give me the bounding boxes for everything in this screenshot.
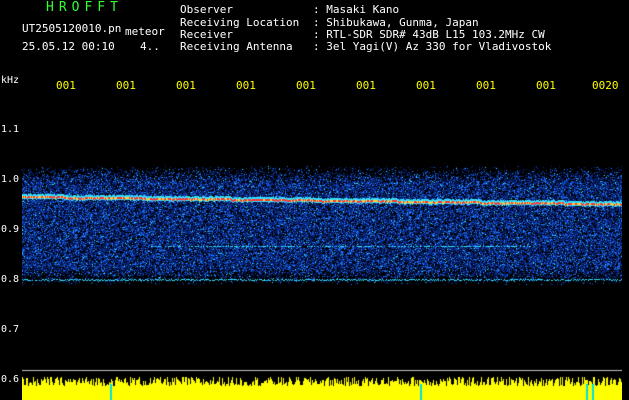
x-tick-label: 001	[56, 79, 76, 92]
info-label-observer: Observer	[180, 3, 233, 16]
y-tick-label: 1.0	[1, 174, 20, 185]
y-tick-label: 0.8	[1, 274, 20, 285]
x-tick-label: 001	[296, 79, 316, 92]
hrofft-logo: HROFFT	[46, 0, 123, 15]
x-tick-label: 001	[416, 79, 436, 92]
detection-count: 4..	[140, 40, 160, 53]
y-tick-label: 1.1	[1, 124, 20, 135]
y-tick-label: 0.7	[1, 324, 20, 335]
y-tick-label: 0.9	[1, 224, 20, 235]
antenna-name: 3el Yagi(V) Az 330 for Vladivostok	[326, 40, 552, 53]
x-tick-label: 001	[236, 79, 256, 92]
x-tick-label: 001	[476, 79, 496, 92]
info-label-antenna: Receiving Antenna	[180, 40, 293, 53]
filename-label: UT2505120010.pn	[22, 22, 122, 35]
y-axis-label: kHz	[1, 75, 20, 86]
info-value-antenna: : 3el Yagi(V) Az 330 for Vladivostok	[313, 40, 552, 53]
meteor-label: meteor	[125, 25, 165, 38]
spectrogram-canvas	[22, 100, 622, 400]
y-tick-label: 0.6	[1, 374, 20, 385]
datetime-label: 25.05.12 00:10	[22, 40, 115, 53]
x-tick-label: 001	[536, 79, 556, 92]
x-tick-label: 0020	[592, 79, 619, 92]
x-tick-label: 001	[116, 79, 136, 92]
x-tick-label: 001	[176, 79, 196, 92]
info-value-observer: : Masaki Kano	[313, 3, 400, 16]
x-tick-label: 001	[356, 79, 376, 92]
observer-name: Masaki Kano	[326, 3, 400, 16]
